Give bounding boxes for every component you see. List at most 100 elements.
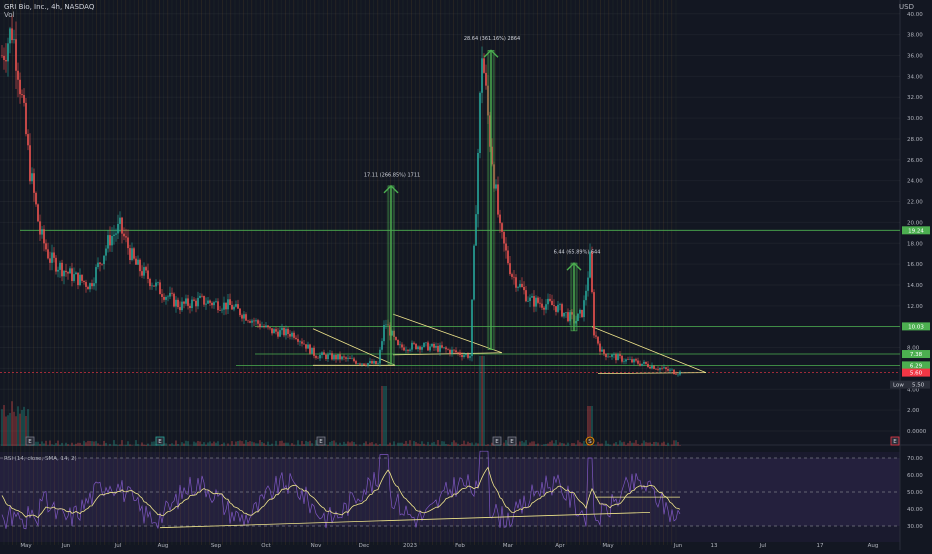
volume-bar [505, 440, 506, 446]
volume-bar [435, 445, 436, 446]
candle-body [343, 357, 345, 358]
volume-bar [519, 441, 520, 446]
candle-body [99, 263, 101, 264]
volume-bar [557, 445, 558, 446]
candle-body [363, 363, 365, 364]
candle-body [21, 94, 23, 95]
volume-bar [585, 444, 586, 446]
volume-bar [127, 441, 128, 446]
candle-body [49, 258, 51, 262]
candle-body [597, 337, 599, 344]
candle-body [439, 345, 441, 352]
candle-body [145, 267, 147, 270]
price-tick-label: 26.00 [907, 158, 923, 164]
volume-bar [679, 445, 680, 446]
candle-body [95, 267, 97, 283]
candle-body [251, 321, 253, 323]
volume-bar [447, 444, 448, 446]
volume-bar [215, 443, 216, 446]
candle-body [479, 93, 481, 153]
price-tick-label: 14.00 [907, 283, 923, 289]
candle-body [415, 344, 417, 349]
price-tag-label: 6.29 [910, 363, 923, 369]
volume-bar [57, 441, 58, 446]
volume-bar [109, 444, 110, 446]
candle-body [227, 299, 229, 309]
volume-bar [389, 443, 390, 446]
candle-body [579, 310, 581, 314]
time-axis-label: May [602, 543, 614, 549]
candle-body [111, 236, 113, 245]
price-chart[interactable]: 0.00002.004.006.008.0010.0012.0014.0016.… [0, 0, 932, 550]
volume-bar [263, 443, 264, 446]
candle-body [563, 313, 565, 317]
volume-bar [459, 445, 460, 446]
candle-body [345, 357, 347, 358]
candle-body [413, 343, 415, 344]
volume-bar [135, 440, 136, 446]
candle-body [29, 145, 31, 181]
candle-body [533, 296, 535, 306]
candle-body [569, 312, 571, 321]
candle-body [177, 300, 179, 307]
candle-body [519, 284, 521, 287]
volume-bar [675, 440, 676, 446]
volume-bar [575, 445, 576, 446]
candle-body [499, 215, 501, 224]
volume-bar [147, 444, 148, 446]
volume-bar [341, 445, 342, 446]
volume-bar [47, 445, 48, 446]
volume-bar [123, 445, 124, 446]
candle-body [7, 43, 9, 61]
volume-bar [217, 441, 218, 446]
volume-bar [485, 445, 486, 446]
candle-body [65, 271, 67, 272]
volume-bar [461, 444, 462, 446]
volume-bar [347, 441, 348, 446]
volume-bar [15, 416, 16, 446]
candle-body [135, 259, 137, 265]
candle-body [97, 263, 99, 267]
volume-bar [629, 441, 630, 446]
candle-body [611, 355, 613, 357]
candle-body [275, 329, 277, 332]
price-tick-label: 20.00 [907, 220, 923, 226]
volume-bar [173, 445, 174, 446]
volume-bar [77, 443, 78, 446]
volume-bar [3, 405, 4, 446]
candle-body [107, 235, 109, 248]
candle-body [181, 302, 183, 310]
candle-body [13, 39, 15, 40]
volume-bar [527, 445, 528, 446]
volume-bar [667, 443, 668, 446]
candle-body [653, 366, 655, 369]
earnings-marker-label: E [893, 439, 897, 445]
candle-body [241, 315, 243, 318]
volume-bar [175, 440, 176, 446]
candle-body [667, 369, 669, 371]
candle-body [445, 347, 447, 349]
volume-bar [193, 442, 194, 446]
candle-body [295, 338, 297, 339]
volume-bar [91, 441, 92, 446]
volume-bar [311, 443, 312, 446]
candle-body [397, 340, 399, 345]
volume-bar [535, 444, 536, 446]
volume-bar [545, 444, 546, 446]
volume-bar [633, 443, 634, 446]
volume-bar [657, 442, 658, 446]
candle-body [503, 232, 505, 244]
candle-body [203, 296, 205, 305]
chart-area[interactable]: 0.00002.004.006.008.0010.0012.0014.0016.… [0, 0, 932, 550]
volume-bar [105, 443, 106, 446]
candle-body [261, 326, 263, 327]
candle-body [235, 304, 237, 307]
volume-bar [227, 443, 228, 446]
candle-body [169, 293, 171, 297]
volume-bar [23, 407, 24, 446]
volume-bar [379, 444, 380, 446]
volume-bar [619, 440, 620, 446]
candle-body [253, 321, 255, 322]
volume-bar [243, 444, 244, 446]
candle-body [199, 296, 201, 298]
